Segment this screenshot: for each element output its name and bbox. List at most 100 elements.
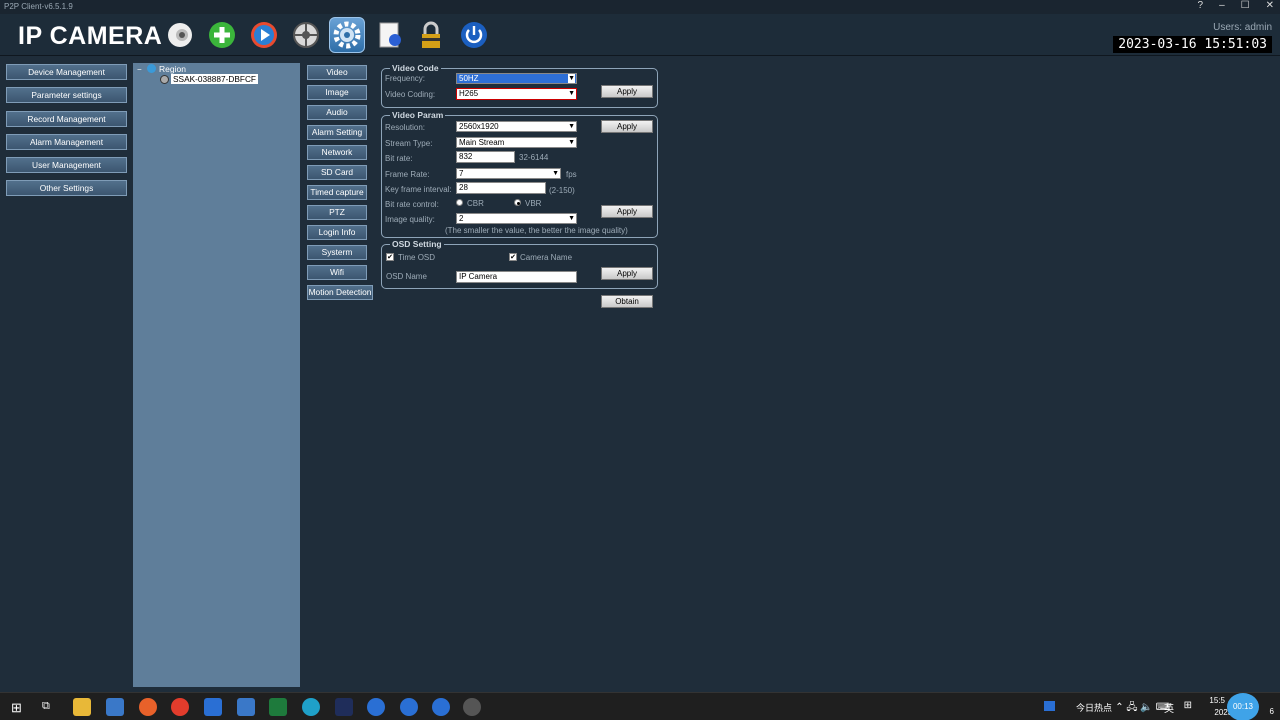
- vbr-label: VBR: [525, 199, 542, 208]
- time-osd-label: Time OSD: [398, 253, 436, 262]
- chevron-down-icon: ▼: [568, 123, 575, 130]
- news-label[interactable]: 今日热点: [1076, 701, 1112, 714]
- config-icon[interactable]: [372, 17, 408, 53]
- input-icon[interactable]: ⊞: [1184, 700, 1192, 711]
- image-quality-select[interactable]: 2 ▼: [456, 213, 577, 224]
- app-icon[interactable]: [432, 698, 450, 716]
- app-icon[interactable]: [237, 698, 255, 716]
- tab-timed-capture[interactable]: Timed capture: [307, 185, 367, 200]
- bitrate-control-label: Bit rate control:: [385, 200, 439, 209]
- app-icon[interactable]: [400, 698, 418, 716]
- tab-wifi[interactable]: Wifi: [307, 265, 367, 280]
- tab-system[interactable]: Systerm: [307, 245, 367, 260]
- bitrate-input[interactable]: 832: [456, 151, 515, 163]
- stream-type-select[interactable]: Main Stream ▼: [456, 137, 577, 148]
- nav-other-settings[interactable]: Other Settings: [6, 180, 127, 197]
- excel-icon[interactable]: [269, 698, 287, 716]
- nav-alarm-management[interactable]: Alarm Management: [6, 133, 127, 150]
- lock-icon[interactable]: [413, 17, 449, 53]
- settings-tabs: Video Image Audio Alarm Setting Network …: [307, 65, 373, 305]
- ptz-icon[interactable]: [288, 17, 324, 53]
- notification-icon[interactable]: 6: [1270, 707, 1274, 716]
- tab-video[interactable]: Video: [307, 65, 367, 80]
- image-quality-label: Image quality:: [385, 215, 435, 224]
- edge-icon[interactable]: [302, 698, 320, 716]
- osd-apply-button[interactable]: Apply: [601, 267, 653, 280]
- chevron-down-icon: ▼: [552, 170, 559, 177]
- task-view-icon[interactable]: ⧉: [42, 700, 50, 713]
- cbr-radio[interactable]: [456, 199, 463, 206]
- tab-ptz[interactable]: PTZ: [307, 205, 367, 220]
- camera-name-checkbox[interactable]: ✔: [509, 253, 517, 261]
- app-icon[interactable]: [335, 698, 353, 716]
- close-icon[interactable]: ✕: [1266, 0, 1274, 11]
- nav-parameter-settings[interactable]: Parameter settings: [6, 87, 127, 104]
- window-controls: ? – ☐ ✕: [1198, 0, 1274, 11]
- power-icon[interactable]: [456, 17, 492, 53]
- tab-alarm-setting[interactable]: Alarm Setting: [307, 125, 367, 140]
- keyframe-label: Key frame interval:: [385, 185, 452, 194]
- osd-name-input[interactable]: IP Camera: [456, 271, 577, 283]
- resolution-select[interactable]: 2560x1920 ▼: [456, 121, 577, 132]
- tab-image[interactable]: Image: [307, 85, 367, 100]
- windows-start-icon[interactable]: ⊞: [11, 700, 22, 716]
- video-param-apply-button[interactable]: Apply: [601, 120, 653, 133]
- add-icon[interactable]: [204, 17, 240, 53]
- video-coding-value: H265: [459, 89, 479, 98]
- news-icon[interactable]: [1044, 701, 1055, 711]
- keyframe-range: (2-150): [549, 186, 575, 195]
- app-icon[interactable]: [204, 698, 222, 716]
- settings-icon[interactable]: [329, 17, 365, 53]
- obtain-button[interactable]: Obtain: [601, 295, 653, 308]
- video-coding-select[interactable]: H265 ▼: [456, 88, 577, 100]
- maximize-icon[interactable]: ☐: [1241, 0, 1250, 11]
- header: IP CAMERA Users: admin 2023-03-16 15:51:…: [0, 14, 1280, 56]
- ime-indicator[interactable]: 英: [1164, 700, 1174, 715]
- frequency-select[interactable]: 50HZ ▼: [456, 73, 577, 84]
- help-icon[interactable]: ?: [1198, 0, 1204, 11]
- vbr-radio[interactable]: [514, 199, 521, 206]
- nav-user-management[interactable]: User Management: [6, 157, 127, 174]
- frame-rate-select[interactable]: 7 ▼: [456, 168, 561, 179]
- video-coding-label: Video Coding:: [385, 90, 436, 99]
- nav-record-management[interactable]: Record Management: [6, 110, 127, 127]
- play-icon[interactable]: [246, 17, 282, 53]
- keyframe-input[interactable]: 28: [456, 182, 546, 194]
- tree-region[interactable]: Region: [159, 64, 186, 74]
- firefox-icon[interactable]: [139, 698, 157, 716]
- tree-device[interactable]: SSAK-038887-DBFCF: [171, 74, 259, 84]
- cbr-label: CBR: [467, 199, 484, 208]
- tab-audio[interactable]: Audio: [307, 105, 367, 120]
- collapse-icon[interactable]: −: [137, 65, 142, 74]
- tab-network[interactable]: Network: [307, 145, 367, 160]
- tab-sd-card[interactable]: SD Card: [307, 165, 367, 180]
- nav-device-management[interactable]: Device Management: [6, 64, 127, 80]
- window-title: P2P Client-v6.5.1.9: [4, 2, 73, 11]
- chrome-icon[interactable]: [171, 698, 189, 716]
- time-osd-checkbox[interactable]: ✔: [386, 253, 394, 261]
- tray-time[interactable]: 15:5: [1209, 696, 1225, 705]
- file-explorer-icon[interactable]: [73, 698, 91, 716]
- app-icon[interactable]: [367, 698, 385, 716]
- video-param-apply2-button[interactable]: Apply: [601, 205, 653, 218]
- frame-rate-value: 7: [459, 169, 464, 178]
- camera-icon[interactable]: [162, 17, 198, 53]
- app-icon[interactable]: [106, 698, 124, 716]
- camera-client-taskbar-icon[interactable]: [463, 698, 481, 716]
- video-code-title: Video Code: [390, 63, 441, 73]
- region-icon: [147, 64, 156, 73]
- stream-type-value: Main Stream: [459, 138, 505, 147]
- recording-badge[interactable]: 00:13: [1227, 693, 1259, 720]
- resolution-label: Resolution:: [385, 123, 426, 132]
- clock: 2023-03-16 15:51:03: [1113, 36, 1272, 53]
- tab-motion-detection[interactable]: Motion Detection: [307, 285, 373, 300]
- fps-unit: fps: [566, 170, 577, 179]
- chevron-down-icon: ▼: [568, 139, 575, 146]
- bitrate-label: Bit rate:: [385, 154, 413, 163]
- minimize-icon[interactable]: –: [1219, 0, 1225, 11]
- video-param-title: Video Param: [390, 110, 446, 120]
- tab-login-info[interactable]: Login Info: [307, 225, 367, 240]
- video-code-apply-button[interactable]: Apply: [601, 85, 653, 98]
- osd-name-label: OSD Name: [386, 272, 427, 281]
- tray-icons[interactable]: ⌃ 🖧 🔈 ⌨: [1115, 700, 1170, 717]
